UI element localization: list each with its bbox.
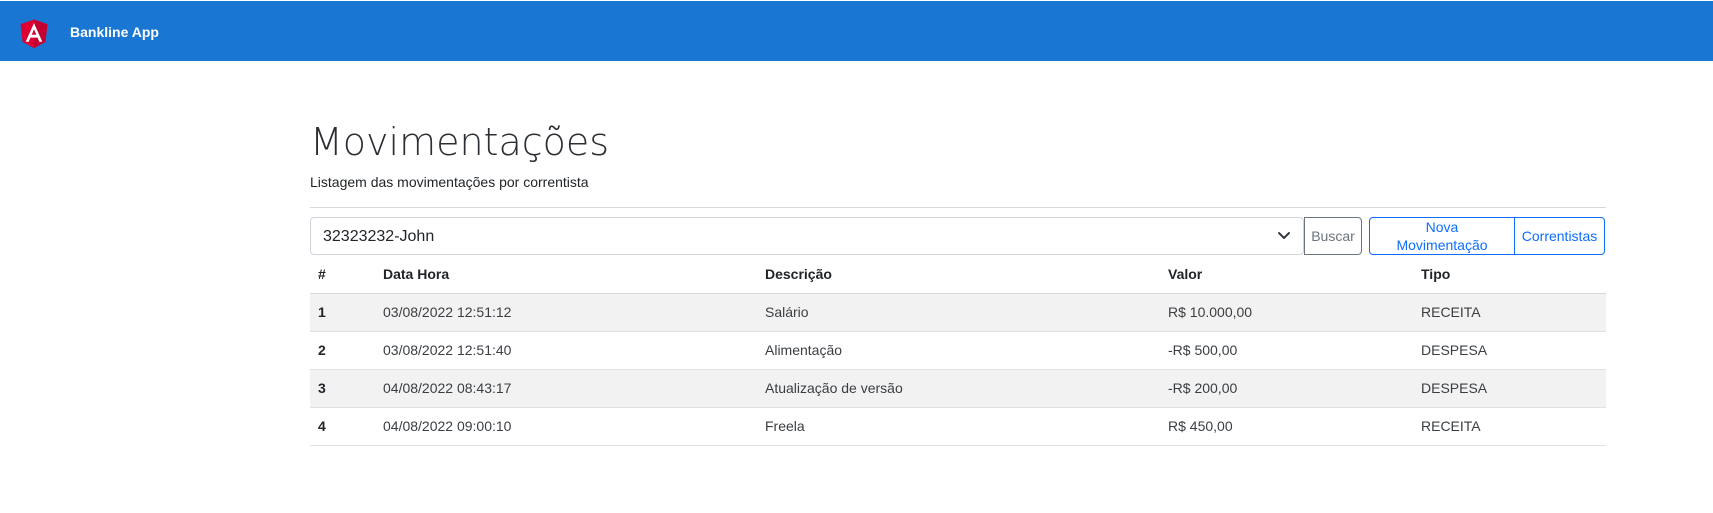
action-button-group: Nova Movimentação Correntistas: [1369, 217, 1605, 255]
row-index: 4: [310, 407, 375, 446]
column-header-datetime: Data Hora: [375, 255, 757, 294]
new-movement-button[interactable]: Nova Movimentação: [1369, 217, 1515, 255]
row-value: R$ 450,00: [1160, 407, 1413, 446]
movements-table: # Data Hora Descrição Valor Tipo 1 03/08…: [310, 255, 1606, 446]
account-holders-button[interactable]: Correntistas: [1514, 217, 1605, 255]
page-title: Movimentações: [310, 120, 610, 164]
column-header-value: Valor: [1160, 255, 1413, 294]
row-datetime: 04/08/2022 09:00:10: [375, 407, 757, 446]
row-type: DESPESA: [1413, 369, 1606, 408]
row-type: DESPESA: [1413, 331, 1606, 370]
correntista-select[interactable]: 32323232-John: [310, 217, 1304, 255]
row-description: Atualização de versão: [757, 369, 1160, 408]
correntista-select-value: 32323232-John: [323, 228, 435, 245]
divider: [310, 207, 1606, 208]
app-title: Bankline App: [70, 24, 159, 40]
row-description: Freela: [757, 407, 1160, 446]
column-header-description: Descrição: [757, 255, 1160, 294]
row-datetime: 03/08/2022 12:51:12: [375, 293, 757, 332]
row-description: Salário: [757, 293, 1160, 332]
table-row: 2 03/08/2022 12:51:40 Alimentação -R$ 50…: [310, 331, 1606, 370]
row-index: 2: [310, 331, 375, 370]
table-row: 3 04/08/2022 08:43:17 Atualização de ver…: [310, 369, 1606, 408]
row-type: RECEITA: [1413, 293, 1606, 332]
column-header-index: #: [310, 255, 375, 294]
page-subtitle: Listagem das movimentações por correntis…: [310, 174, 589, 190]
row-index: 1: [310, 293, 375, 332]
column-header-type: Tipo: [1413, 255, 1606, 294]
search-button[interactable]: Buscar: [1304, 217, 1362, 255]
row-value: -R$ 500,00: [1160, 331, 1413, 370]
row-type: RECEITA: [1413, 407, 1606, 446]
row-value: -R$ 200,00: [1160, 369, 1413, 408]
table-row: 1 03/08/2022 12:51:12 Salário R$ 10.000,…: [310, 293, 1606, 332]
top-toolbar: Bankline App: [0, 1, 1713, 61]
row-datetime: 04/08/2022 08:43:17: [375, 369, 757, 408]
row-value: R$ 10.000,00: [1160, 293, 1413, 332]
angular-logo-icon[interactable]: [18, 16, 50, 50]
table-row: 4 04/08/2022 09:00:10 Freela R$ 450,00 R…: [310, 407, 1606, 446]
row-index: 3: [310, 369, 375, 408]
row-description: Alimentação: [757, 331, 1160, 370]
chevron-down-icon: [1278, 232, 1290, 239]
table-header-row: # Data Hora Descrição Valor Tipo: [310, 255, 1606, 294]
row-datetime: 03/08/2022 12:51:40: [375, 331, 757, 370]
